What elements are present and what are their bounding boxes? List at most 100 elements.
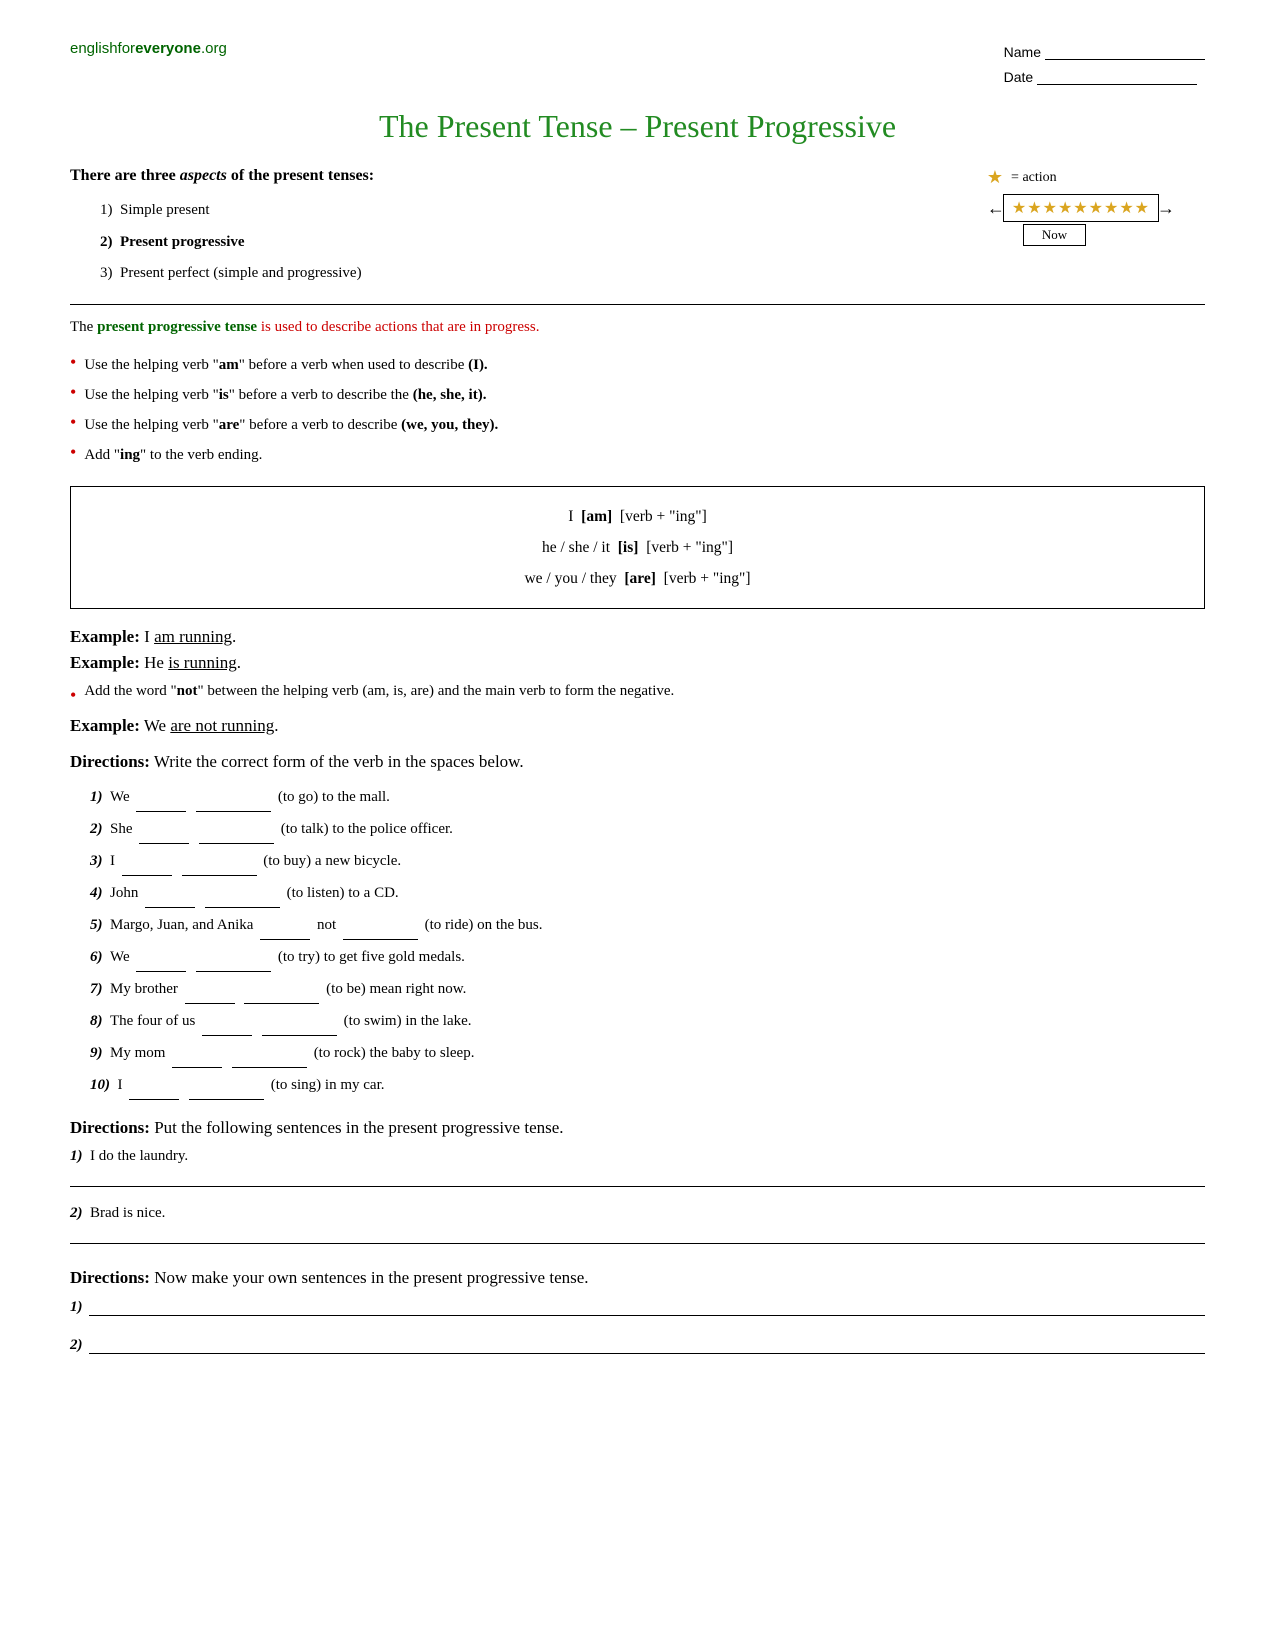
blank-6b[interactable] (196, 958, 271, 972)
convert-item-1: 1) I do the laundry. (70, 1148, 1205, 1187)
neg-bullet-icon: • (70, 683, 76, 708)
own-num-1: 1) (70, 1299, 83, 1316)
ex1-item-3: 3) I (to buy) a new bicycle. (90, 846, 1205, 876)
blank-3b[interactable] (182, 862, 257, 876)
exercise-1-list: 1) We (to go) to the mall. 2) She (to ta… (90, 782, 1205, 1100)
blank-10a[interactable] (129, 1086, 179, 1100)
convert-num-1: 1) I do the laundry. (70, 1148, 1205, 1165)
date-line: Date (1004, 65, 1205, 90)
example-3-underline: are not running (170, 716, 274, 735)
blank-9b[interactable] (232, 1054, 307, 1068)
ppt-label: present progressive tense (97, 319, 257, 335)
formula-line-2: he / she / it [is] [verb + "ing"] (101, 532, 1174, 563)
blank-5b[interactable] (343, 926, 418, 940)
aspect-item-3: 3) Present perfect (simple and progressi… (100, 258, 374, 290)
ex1-item-1: 1) We (to go) to the mall. (90, 782, 1205, 812)
answer-line-1[interactable] (70, 1169, 1205, 1187)
dir1-text: Write the correct form of the verb in th… (150, 752, 524, 771)
blank-5a[interactable] (260, 926, 310, 940)
rule-3: • Use the helping verb "are" before a ve… (70, 410, 1205, 440)
neg-rule-text: Add the word "not" between the helping v… (84, 683, 674, 700)
rule-1: • Use the helping verb "am" before a ver… (70, 350, 1205, 380)
convert-num-2: 2) Brad is nice. (70, 1205, 1205, 1222)
bullet-icon-2: • (70, 380, 76, 405)
example-3: Example: We are not running. (70, 716, 1205, 736)
negative-rule: • Add the word "not" between the helping… (70, 683, 1205, 708)
example-2-label: Example: (70, 653, 140, 672)
aspects-heading: There are three aspects of the present t… (70, 167, 374, 185)
example-1-underline: am running (154, 627, 232, 646)
formula-box: I [am] [verb + "ing"] he / she / it [is]… (70, 486, 1205, 609)
heading-bold-start: There are three aspects of the present t… (70, 167, 374, 184)
blank-1b[interactable] (196, 798, 271, 812)
bullet-icon-3: • (70, 410, 76, 435)
aspects-list: 1) Simple present 2) Present progressive… (70, 195, 374, 290)
now-box: Now (1023, 224, 1086, 246)
blank-7b[interactable] (244, 990, 319, 1004)
example-2-underline: is running (168, 653, 236, 672)
page-title: The Present Tense – Present Progressive (70, 108, 1205, 145)
example-1: Example: I am running. (70, 627, 1205, 647)
blank-7a[interactable] (185, 990, 235, 1004)
ex1-item-6: 6) We (to try) to get five gold medals. (90, 942, 1205, 972)
blank-2b[interactable] (199, 830, 274, 844)
answer-line-2[interactable] (70, 1226, 1205, 1244)
ex1-item-2: 2) She (to talk) to the police officer. (90, 814, 1205, 844)
diagram: ★ = action ← ★★★★★★★★★ → Now (987, 167, 1175, 246)
name-label: Name (1004, 40, 1041, 65)
section-divider (70, 304, 1205, 305)
rule-4: • Add "ing" to the verb ending. (70, 440, 1205, 470)
own-item-2: 2) (70, 1336, 1205, 1354)
date-field[interactable] (1037, 71, 1197, 85)
blank-1a[interactable] (136, 798, 186, 812)
blank-8a[interactable] (202, 1022, 252, 1036)
header: englishforeveryone.org Name Date (70, 40, 1205, 90)
action-text: = action (1011, 170, 1057, 186)
ex1-item-7: 7) My brother (to be) mean right now. (90, 974, 1205, 1004)
blank-10b[interactable] (189, 1086, 264, 1100)
bullet-icon-4: • (70, 440, 76, 465)
blank-3a[interactable] (122, 862, 172, 876)
own-line-1[interactable] (89, 1298, 1206, 1316)
timeline-row: ← ★★★★★★★★★ → (987, 194, 1175, 222)
date-label: Date (1004, 65, 1034, 90)
site-name: englishforeveryone.org (70, 40, 227, 57)
ex1-item-9: 9) My mom (to rock) the baby to sleep. (90, 1038, 1205, 1068)
directions-2: Directions: Put the following sentences … (70, 1118, 1205, 1138)
site-text: englishforeveryone.org (70, 40, 227, 57)
name-field[interactable] (1045, 46, 1205, 60)
rule-1-text: Use the helping verb "am" before a verb … (84, 350, 487, 380)
rule-4-text: Add "ing" to the verb ending. (84, 440, 262, 470)
blank-8b[interactable] (262, 1022, 337, 1036)
rule-2-text: Use the helping verb "is" before a verb … (84, 380, 486, 410)
now-label: Now (1042, 227, 1067, 242)
dir3-label: Directions: (70, 1268, 150, 1287)
own-num-2: 2) (70, 1337, 83, 1354)
arrow-right-icon: → (1157, 198, 1175, 219)
blank-4a[interactable] (145, 894, 195, 908)
rule-2: • Use the helping verb "is" before a ver… (70, 380, 1205, 410)
own-item-1: 1) (70, 1298, 1205, 1316)
ppt-description: The present progressive tense is used to… (70, 319, 1205, 336)
example-2: Example: He is running. (70, 653, 1205, 673)
action-label-row: ★ = action (987, 167, 1057, 188)
aspect-item-2: 2) Present progressive (100, 227, 374, 259)
example-3-label: Example: (70, 716, 140, 735)
aspects-em: aspects (180, 167, 227, 184)
name-date-block: Name Date (1004, 40, 1205, 90)
formula-line-1: I [am] [verb + "ing"] (101, 501, 1174, 532)
ex1-item-8: 8) The four of us (to swim) in the lake. (90, 1006, 1205, 1036)
aspects-section: There are three aspects of the present t… (70, 167, 1205, 290)
blank-4b[interactable] (205, 894, 280, 908)
blank-2a[interactable] (139, 830, 189, 844)
rule-3-text: Use the helping verb "are" before a verb… (84, 410, 498, 440)
directions-3: Directions: Now make your own sentences … (70, 1268, 1205, 1288)
dir2-label: Directions: (70, 1118, 150, 1137)
blank-9a[interactable] (172, 1054, 222, 1068)
ex1-item-5: 5) Margo, Juan, and Anika not (to ride) … (90, 910, 1205, 940)
directions-1: Directions: Write the correct form of th… (70, 752, 1205, 772)
aspects-left: There are three aspects of the present t… (70, 167, 374, 290)
own-line-2[interactable] (89, 1336, 1206, 1354)
blank-6a[interactable] (136, 958, 186, 972)
dir2-text: Put the following sentences in the prese… (150, 1118, 564, 1137)
